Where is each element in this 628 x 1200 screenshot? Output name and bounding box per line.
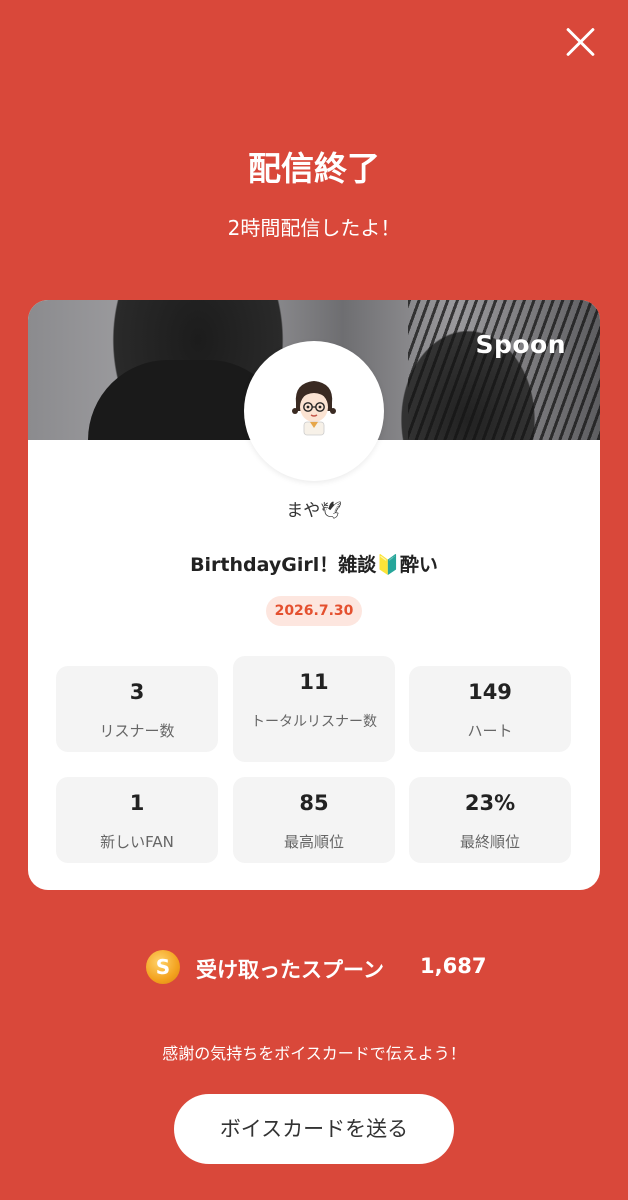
stat-hearts: 149 ハート <box>409 666 571 752</box>
send-voice-card-button[interactable]: ボイスカードを送る <box>174 1094 454 1164</box>
stat-label: ハート <box>467 722 513 740</box>
stat-total-listeners: 11 トータルリスナー数 <box>233 656 395 762</box>
stat-listeners: 3 リスナー数 <box>56 666 218 752</box>
stat-value: 149 <box>468 680 512 704</box>
stat-new-fans: 1 新しいFAN <box>56 777 218 863</box>
stat-value: 11 <box>299 670 329 694</box>
nickname: まや🕊 <box>286 501 342 521</box>
live-summary-card: Spoon まや🕊 BirthdayGirl！雑談🔰酔い 2026.7.30 3… <box>28 300 600 890</box>
stat-label: トータルリスナー数 <box>251 714 377 730</box>
stat-highest-rank: 85 最高順位 <box>233 777 395 863</box>
stat-label: 最高順位 <box>283 833 344 851</box>
spoon-coin-icon: S <box>146 950 180 984</box>
stat-final-rank: 23% 最終順位 <box>409 777 571 863</box>
live-title: BirthdayGirl！雑談🔰酔い <box>190 554 438 576</box>
stat-value: 1 <box>129 791 145 815</box>
received-spoons-label: 受け取ったスプーン <box>196 958 384 982</box>
stat-label: 最終順位 <box>459 833 520 851</box>
received-spoons-amount: 1,687 <box>420 954 487 978</box>
stat-value: 85 <box>299 791 329 815</box>
avatar <box>244 341 384 481</box>
close-button[interactable] <box>560 22 600 62</box>
duration-subtitle: 2時間配信したよ！ <box>227 216 401 240</box>
stat-value: 23% <box>464 791 516 815</box>
spoon-logo: Spoon <box>475 330 566 359</box>
received-spoons: S 受け取ったスプーン 1,687 <box>0 950 628 986</box>
avatar-illustration-icon <box>292 381 336 436</box>
stat-label: リスナー数 <box>99 722 175 740</box>
thanks-message: 感謝の気持ちをボイスカードで伝えよう！ <box>162 1044 466 1063</box>
date-badge: 2026.7.30 <box>266 596 362 626</box>
page-title: 配信終了 <box>248 149 380 188</box>
stat-value: 3 <box>129 680 145 704</box>
stat-label: 新しいFAN <box>100 833 174 851</box>
